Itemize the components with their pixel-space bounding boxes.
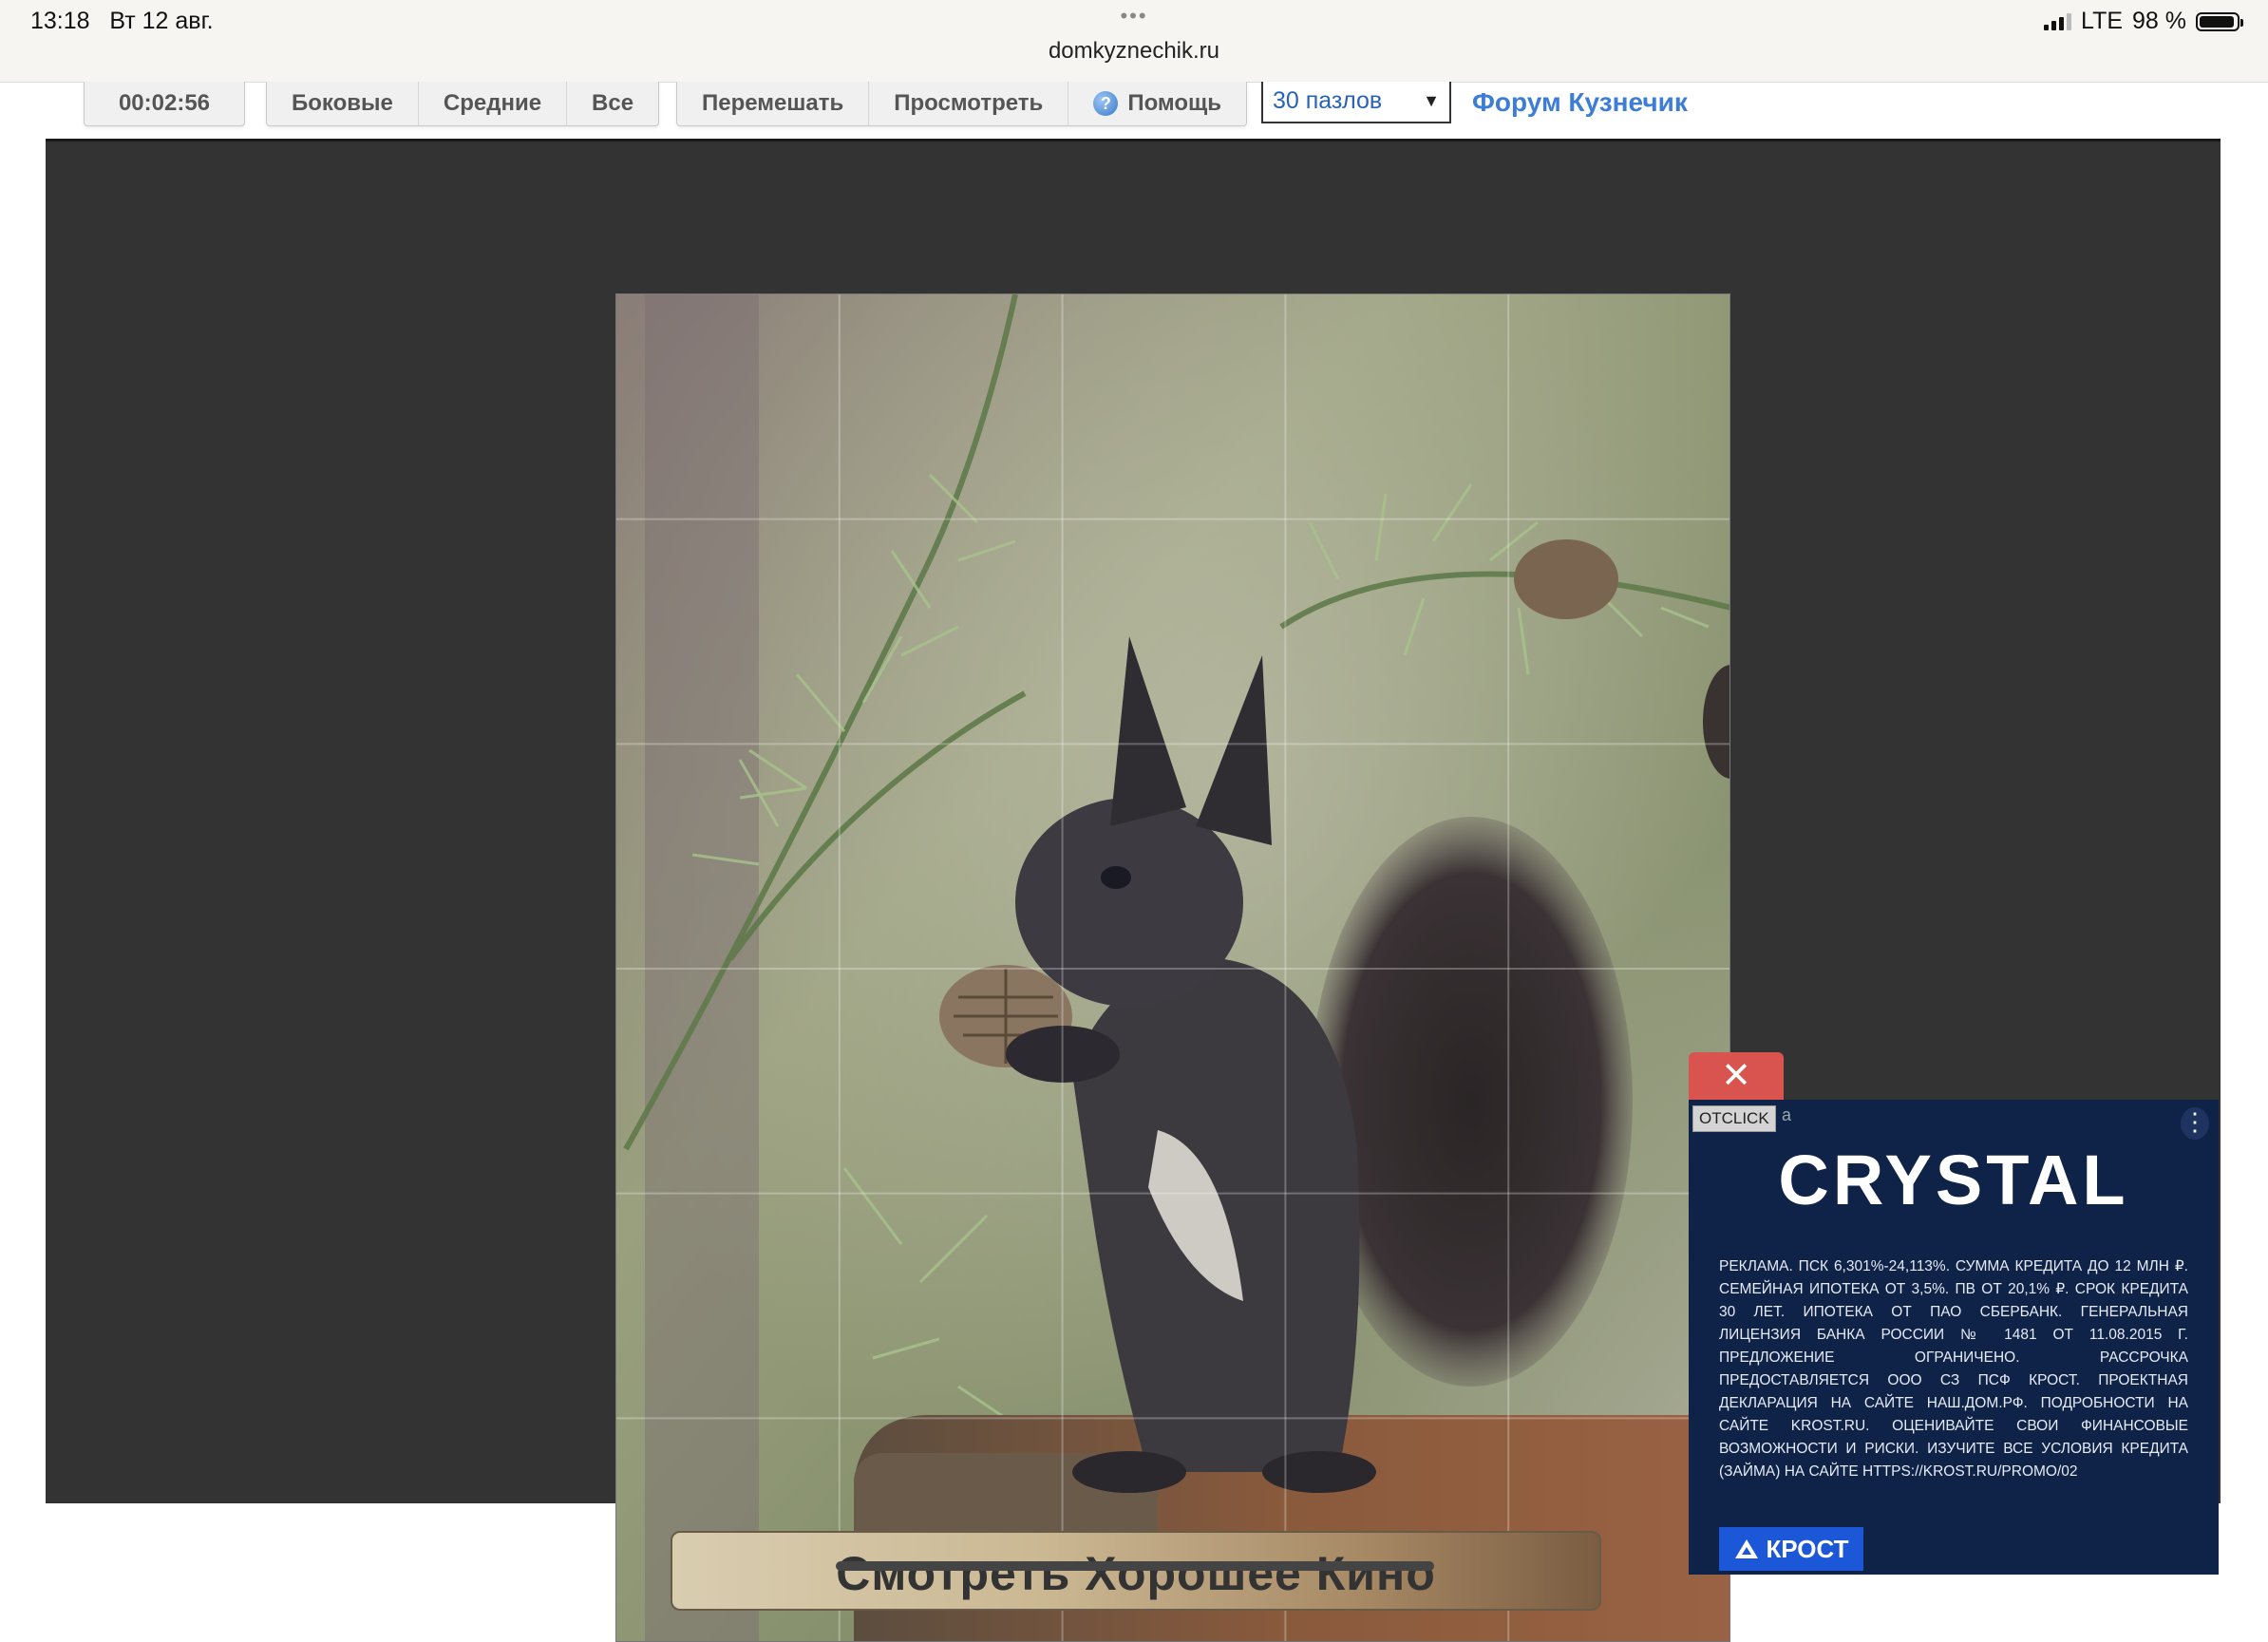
ad-network-tag: OTCLICK xyxy=(1692,1105,1776,1132)
watch-movies-label: Смотреть Хорошее Кино xyxy=(836,1547,1436,1600)
status-bar: 13:18 Вт 12 авг. ••• domkyznechik.ru LTE… xyxy=(0,0,2268,83)
forum-link[interactable]: Форум Кузнечик xyxy=(1472,84,1688,122)
squirrel-puzzle-image xyxy=(616,294,1729,1641)
timer-display: 00:02:56 xyxy=(118,90,211,116)
advertisement[interactable]: OTCLICK a ⋮ CRYSTAL РЕКЛАМА. ПСК 6,301%-… xyxy=(1689,1100,2219,1575)
ad-disclaimer-text: РЕКЛАМА. ПСК 6,301%-24,113%. СУММА КРЕДИ… xyxy=(1719,1258,2188,1480)
battery-icon xyxy=(2196,11,2243,31)
network-label: LTE xyxy=(2081,8,2124,34)
shuffle-button[interactable]: Перемешать xyxy=(677,82,868,125)
krost-logo-icon xyxy=(1735,1539,1759,1558)
puzzle-image-grid[interactable] xyxy=(615,293,1730,1642)
timer-group: 00:02:56 xyxy=(84,82,245,126)
all-pieces-button[interactable]: Все xyxy=(566,82,658,125)
middle-pieces-button[interactable]: Средние xyxy=(417,82,566,125)
krost-logo-text: КРОСТ xyxy=(1766,1534,1849,1563)
address-bar-url[interactable]: domkyznechik.ru xyxy=(0,38,2268,65)
help-icon: ? xyxy=(1093,91,1119,116)
edge-pieces-button[interactable]: Боковые xyxy=(267,82,418,125)
home-indicator[interactable] xyxy=(836,1561,1434,1571)
krost-logo[interactable]: КРОСТ xyxy=(1719,1527,1863,1571)
signal-icon xyxy=(2044,12,2072,30)
status-time: 13:18 xyxy=(30,8,90,34)
ad-close-button[interactable]: ✕ xyxy=(1689,1052,1784,1100)
dropdown-arrow-icon: ▼ xyxy=(1423,91,1440,110)
status-date: Вт 12 авг. xyxy=(109,8,214,34)
battery-percent: 98 % xyxy=(2132,8,2186,34)
help-button[interactable]: ? Помощь xyxy=(1068,82,1246,125)
status-indicators: LTE 98 % xyxy=(2044,8,2243,35)
pieces-count-select[interactable]: 30 пазлов ▼ xyxy=(1261,82,1451,123)
action-group: Перемешать Просмотреть ? Помощь xyxy=(676,82,1248,126)
filter-group: Боковые Средние Все xyxy=(266,82,660,126)
pieces-count-value: 30 пазлов xyxy=(1273,87,1383,114)
status-time-date: 13:18 Вт 12 авг. xyxy=(30,8,214,35)
puzzle-toolbar: 00:02:56 Боковые Средние Все Перемешать … xyxy=(0,82,2268,139)
ad-brand-logo: CRYSTAL xyxy=(1778,1141,2129,1219)
help-label: Помощь xyxy=(1127,90,1222,116)
watch-movies-banner[interactable]: Смотреть Хорошее Кино xyxy=(671,1531,1601,1611)
ad-tag-tail: a xyxy=(1782,1105,1792,1124)
ad-menu-icon[interactable]: ⋮ xyxy=(2181,1107,2209,1140)
tab-overview-dots-icon[interactable]: ••• xyxy=(1111,6,1157,27)
preview-button[interactable]: Просмотреть xyxy=(868,82,1068,125)
